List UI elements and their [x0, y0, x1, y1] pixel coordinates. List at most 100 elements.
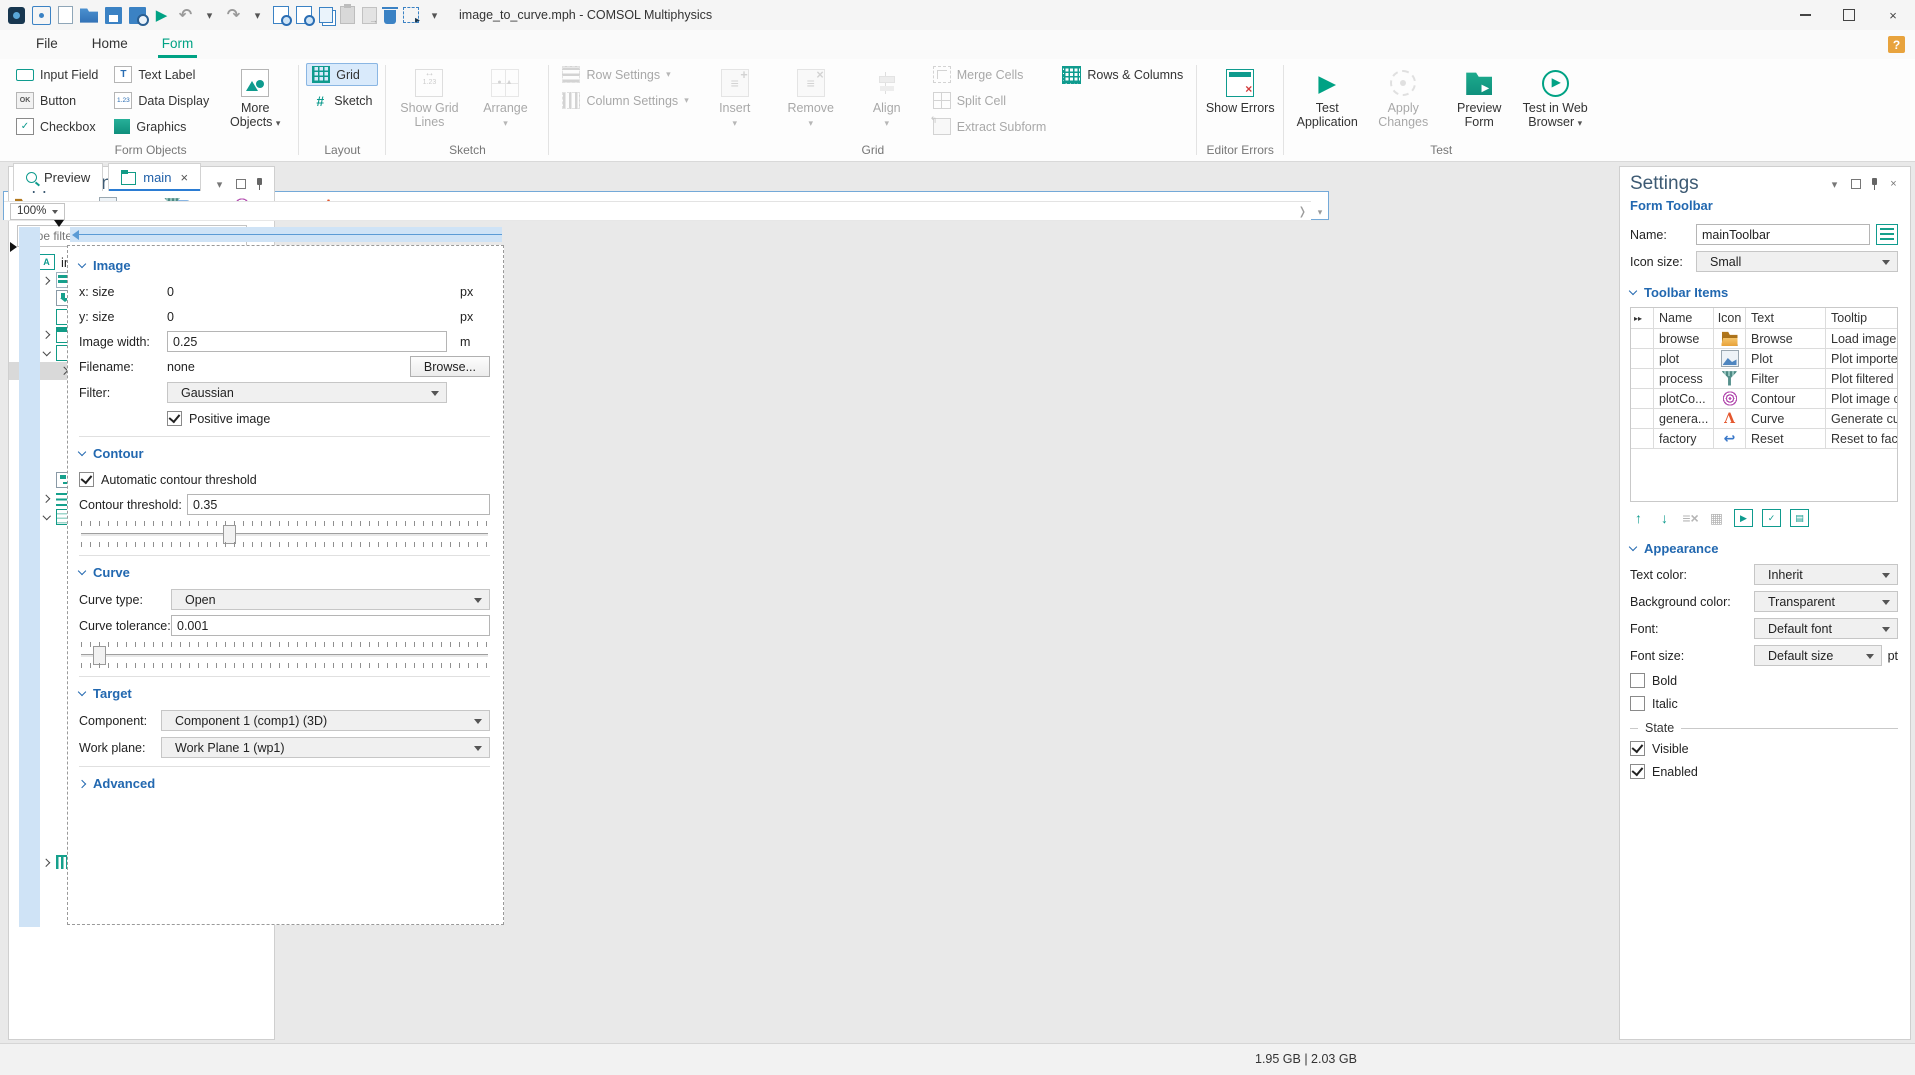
component-combobox[interactable]: Component 1 (comp1) (3D)	[161, 710, 490, 731]
section-image[interactable]: Image	[77, 252, 490, 279]
table-row[interactable]: plot Plot Plot importe...	[1631, 348, 1897, 368]
show-grid-lines-button[interactable]: Show Grid Lines	[393, 63, 465, 130]
row-selection-strip[interactable]	[19, 227, 40, 927]
more-objects-button[interactable]: More Objects ▾	[219, 63, 291, 130]
table-row[interactable]: plotCo... Contour Plot image c...	[1631, 388, 1897, 408]
tree-expander-icon[interactable]	[39, 309, 54, 324]
cell-tooltip[interactable]: Plot filtered i...	[1825, 369, 1897, 388]
delete-icon[interactable]	[382, 6, 398, 24]
apply-changes-button[interactable]: Apply Changes	[1367, 63, 1439, 130]
table-row[interactable]: browse Browse Load image...	[1631, 328, 1897, 348]
button-button[interactable]: Button	[10, 89, 104, 112]
font-combobox[interactable]: Default font	[1754, 618, 1898, 639]
remove-button[interactable]: Remove▾	[775, 63, 847, 130]
merge-cells-button[interactable]: Merge Cells	[927, 63, 1053, 86]
tab-file[interactable]: File	[22, 31, 72, 58]
tree-expander-icon[interactable]	[39, 291, 54, 306]
paste-icon[interactable]	[340, 4, 355, 24]
tab-preview[interactable]: Preview	[13, 163, 104, 191]
new-file-icon[interactable]	[58, 6, 73, 24]
work-plane-combobox[interactable]: Work Plane 1 (wp1)	[161, 737, 490, 758]
row-marker-icon[interactable]	[10, 242, 22, 252]
redo-caret-icon[interactable]	[249, 7, 266, 24]
cell-tooltip[interactable]: Load image...	[1825, 329, 1897, 348]
table-row[interactable]: process Filter Plot filtered i...	[1631, 368, 1897, 388]
curve-tolerance-slider[interactable]	[81, 639, 488, 671]
save-icon[interactable]	[105, 6, 122, 24]
cell-name[interactable]: process	[1653, 369, 1713, 388]
cell-name[interactable]: plotCo...	[1653, 389, 1713, 408]
scroll-down-icon[interactable]: ▾	[1312, 207, 1328, 218]
tab-close-icon[interactable]: ×	[180, 170, 188, 185]
move-down-icon[interactable]: ↓	[1656, 510, 1673, 526]
test-application-button[interactable]: Test Application	[1291, 63, 1363, 130]
contour-threshold-input[interactable]	[187, 494, 490, 515]
select-region-icon[interactable]	[403, 7, 420, 26]
tree-expander-icon[interactable]	[39, 346, 54, 361]
cell-tooltip[interactable]: Reset to fact...	[1825, 429, 1897, 448]
test-in-web-browser-button[interactable]: Test in Web Browser ▾	[1519, 63, 1591, 130]
cell-name[interactable]: factory	[1653, 429, 1713, 448]
auto-threshold-checkbox[interactable]	[79, 472, 94, 487]
browse-file-button[interactable]: Browse...	[409, 356, 490, 377]
show-errors-button[interactable]: Show Errors	[1204, 63, 1276, 115]
maximize-button[interactable]	[1827, 0, 1871, 30]
tab-main[interactable]: main ×	[108, 163, 202, 191]
settings-close-icon[interactable]: ×	[1887, 178, 1900, 191]
icon-size-combobox[interactable]: Small	[1696, 251, 1898, 272]
tree-expander-icon[interactable]	[39, 509, 54, 524]
input-field-button[interactable]: Input Field	[10, 63, 104, 86]
form-design-surface[interactable]: Image x: size 0 px y: size 0 px Image width:…	[67, 245, 504, 925]
preview-form-button[interactable]: Preview Form	[1443, 63, 1515, 130]
visible-checkbox[interactable]	[1630, 741, 1645, 756]
panel-float-icon[interactable]	[234, 178, 247, 191]
copy-icon[interactable]	[319, 7, 333, 23]
find-icon[interactable]	[273, 6, 292, 26]
grid-toggle-button[interactable]: Grid	[306, 63, 379, 86]
settings-float-icon[interactable]	[1849, 178, 1862, 191]
redo-icon[interactable]	[225, 7, 242, 24]
minimize-button[interactable]	[1783, 0, 1827, 30]
scroll-right-icon[interactable]: ❭	[1298, 205, 1311, 218]
column-marker-icon[interactable]	[54, 220, 64, 232]
table-row[interactable]: genera... Curve Generate cur...	[1631, 408, 1897, 428]
filter-combobox[interactable]: Gaussian	[167, 382, 447, 403]
column-settings-button[interactable]: Column Settings ▾	[556, 89, 694, 112]
delete-item-icon[interactable]: ≡×	[1682, 510, 1699, 526]
arrange-button[interactable]: Arrange▾	[469, 63, 541, 130]
text-color-combobox[interactable]: Inherit	[1754, 564, 1898, 585]
name-input[interactable]	[1696, 224, 1870, 245]
edit-table-icon[interactable]: ▦	[1708, 510, 1725, 526]
data-display-button[interactable]: Data Display	[108, 89, 215, 112]
tab-form[interactable]: Form	[148, 31, 208, 58]
section-curve[interactable]: Curve	[77, 559, 490, 586]
align-button[interactable]: Align ▾	[851, 63, 923, 130]
tree-expander-icon[interactable]	[39, 473, 54, 488]
extract-subform-button[interactable]: Extract Subform	[927, 115, 1053, 138]
italic-checkbox[interactable]	[1630, 696, 1645, 711]
tree-expander-icon[interactable]	[39, 855, 54, 870]
panel-pin-icon[interactable]	[255, 178, 264, 190]
close-button[interactable]: ×	[1871, 0, 1915, 30]
positive-image-checkbox[interactable]	[167, 411, 182, 426]
sketch-toggle-button[interactable]: Sketch	[306, 89, 378, 112]
cell-text[interactable]: Reset	[1745, 429, 1825, 448]
insert-button[interactable]: Insert▾	[699, 63, 771, 130]
move-up-icon[interactable]: ↑	[1630, 510, 1647, 526]
cell-name[interactable]: browse	[1653, 329, 1713, 348]
tree-expander-icon[interactable]	[39, 273, 54, 288]
run-icon[interactable]	[153, 7, 170, 24]
tab-home[interactable]: Home	[78, 31, 142, 58]
column-selection-band[interactable]	[70, 227, 502, 242]
settings-menu-icon[interactable]: ▾	[1828, 178, 1841, 191]
section-appearance[interactable]: Appearance	[1620, 535, 1910, 561]
cell-text[interactable]: Filter	[1745, 369, 1825, 388]
section-toolbar-items[interactable]: Toolbar Items	[1620, 279, 1910, 305]
form-canvas[interactable]: Image x: size 0 px y: size 0 px Image width:…	[3, 201, 1329, 927]
contour-threshold-slider[interactable]	[81, 518, 488, 550]
rows-and-columns-button[interactable]: Rows & Columns	[1056, 63, 1189, 86]
help-button[interactable]: ?	[1888, 36, 1905, 53]
split-view-icon[interactable]: ▤	[1790, 509, 1809, 527]
panel-menu-icon[interactable]: ▾	[213, 178, 226, 191]
curve-tolerance-input[interactable]	[171, 615, 490, 636]
